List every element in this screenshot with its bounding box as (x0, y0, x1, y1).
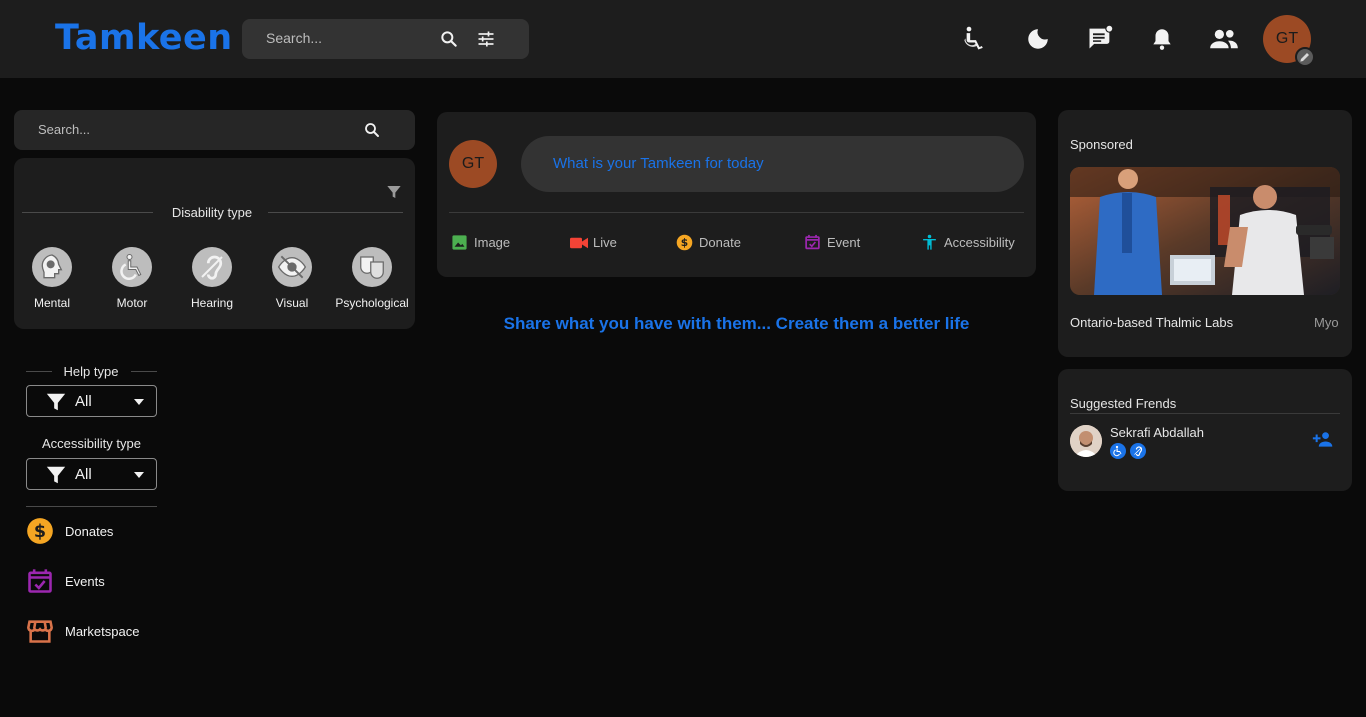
sidebar-search-box[interactable]: Search... (14, 110, 415, 150)
sponsored-card: Sponsored Ontario-based Thalmic Labs Myo (1058, 110, 1352, 357)
accessibility-icon (921, 233, 938, 252)
disability-label: Hearing (190, 296, 234, 310)
sidebar-item-label: Donates (65, 524, 114, 539)
help-type-value: All (75, 393, 92, 410)
friend-name[interactable]: Sekrafi Abdallah (1110, 425, 1204, 440)
dollar-icon: $ (676, 234, 693, 251)
messages-icon[interactable] (1086, 24, 1114, 52)
disability-label: Motor (116, 296, 148, 310)
search-icon[interactable] (439, 29, 459, 49)
post-composer: GT What is your Tamkeen for today Image … (437, 112, 1036, 277)
caret-down-icon (134, 472, 144, 478)
header-search-box[interactable]: Search... (242, 19, 529, 59)
sidebar-search-input[interactable]: Search... (38, 122, 90, 137)
sponsored-caption-right: Myo (1314, 315, 1339, 330)
calendar-check-icon (804, 233, 821, 251)
disability-hearing[interactable]: Hearing (172, 247, 252, 310)
search-icon[interactable] (363, 121, 381, 139)
action-label: Event (827, 235, 861, 250)
sidebar-item-events[interactable]: Events (26, 567, 226, 595)
disability-type-panel: Disability type Mental Motor Hearing Vis… (14, 158, 415, 329)
tagline: Share what you have with them... Create … (503, 314, 970, 333)
action-label: Accessibility (944, 235, 1015, 250)
divider (268, 212, 403, 213)
disability-motor[interactable]: Motor (92, 247, 172, 310)
divider (131, 371, 157, 372)
help-type-select[interactable]: All (26, 385, 157, 417)
post-prompt-text: What is your Tamkeen for today (553, 155, 764, 172)
disability-psychological[interactable]: Psychological (332, 247, 412, 310)
sponsored-image[interactable] (1070, 167, 1340, 295)
top-bar: Tamkeen Search... GT (0, 0, 1366, 78)
sidebar-item-label: Events (65, 574, 105, 589)
video-icon (570, 236, 588, 250)
svg-text:$: $ (34, 522, 46, 542)
accessible-mode-icon[interactable] (962, 25, 990, 53)
accessibility-type-title: Accessibility type (42, 436, 141, 451)
disability-mental[interactable]: Mental (12, 247, 92, 310)
calendar-check-icon (26, 567, 54, 595)
image-icon (451, 234, 468, 251)
mask-icon (352, 247, 392, 287)
action-label: Image (474, 235, 511, 250)
avatar[interactable]: GT (449, 140, 497, 188)
help-type-title: Help type (63, 364, 119, 379)
sidebar-item-label: Marketspace (65, 624, 140, 639)
suggested-friends-title: Suggested Frends (1070, 396, 1177, 411)
filter-sliders-icon[interactable] (476, 29, 496, 49)
divider (1070, 413, 1340, 414)
disability-visual[interactable]: Visual (252, 247, 332, 310)
store-icon (26, 617, 54, 645)
divider (22, 212, 153, 213)
ear-icon (1130, 443, 1146, 459)
notifications-bell-icon[interactable] (1149, 25, 1175, 53)
filter-funnel-icon[interactable] (386, 184, 402, 200)
sidebar-item-donates[interactable]: $ Donates (26, 517, 226, 545)
header-search-input[interactable]: Search... (266, 30, 322, 46)
disability-type-title: Disability type (171, 205, 253, 220)
svg-text:$: $ (681, 236, 688, 249)
dark-mode-moon-icon[interactable] (1025, 26, 1051, 52)
dollar-icon: $ (26, 517, 54, 545)
post-prompt-input[interactable]: What is your Tamkeen for today (521, 136, 1024, 192)
caret-down-icon (134, 399, 144, 405)
filter-funnel-icon (45, 391, 67, 413)
filter-funnel-icon (45, 464, 67, 486)
app-logo[interactable]: Tamkeen (55, 18, 233, 58)
ear-icon (192, 247, 232, 287)
action-label: Donate (699, 235, 741, 250)
suggested-friends-card: Suggested Frends Sekrafi Abdallah (1058, 369, 1352, 491)
sponsored-title: Sponsored (1070, 137, 1133, 152)
action-label: Live (593, 235, 617, 250)
accessibility-type-select[interactable]: All (26, 458, 157, 490)
edit-profile-icon[interactable] (1295, 47, 1315, 67)
wheelchair-icon (112, 247, 152, 287)
avatar[interactable] (1070, 425, 1102, 457)
wheelchair-icon (1110, 443, 1126, 459)
sponsored-caption[interactable]: Ontario-based Thalmic Labs (1070, 315, 1233, 330)
divider (26, 371, 52, 372)
disability-label: Visual (275, 296, 309, 310)
eye-icon (272, 247, 312, 287)
divider (26, 506, 157, 507)
add-friend-icon[interactable] (1312, 431, 1334, 447)
disability-label: Mental (33, 296, 71, 310)
accessibility-type-value: All (75, 466, 92, 483)
sidebar-item-marketspace[interactable]: Marketspace (26, 617, 226, 645)
friends-group-icon[interactable] (1209, 25, 1239, 53)
head-brain-icon (32, 247, 72, 287)
disability-label: Psychological (335, 296, 409, 310)
divider (449, 212, 1024, 213)
